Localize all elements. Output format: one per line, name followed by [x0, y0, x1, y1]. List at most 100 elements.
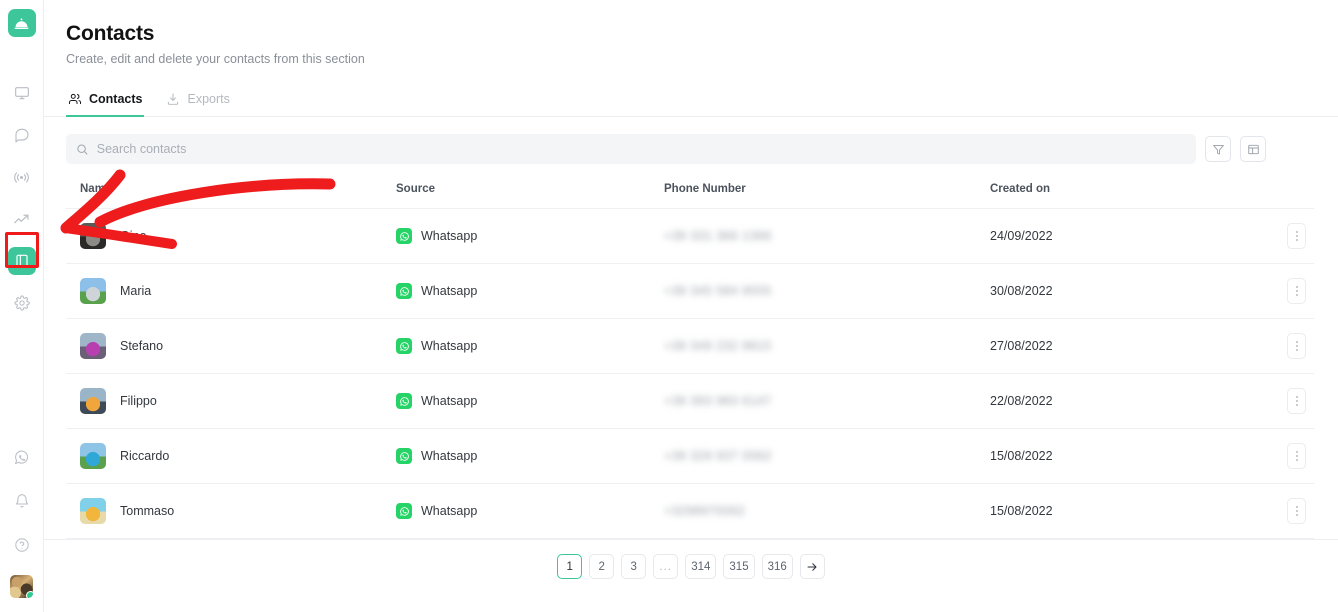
tab-exports-label: Exports [187, 92, 229, 106]
pagination-page-2[interactable]: 2 [589, 554, 614, 579]
contact-name: Stefano [120, 339, 163, 353]
sidebar-item-broadcast[interactable] [8, 163, 36, 191]
sidebar-item-settings[interactable] [8, 289, 36, 317]
avatar [80, 443, 106, 469]
table-body: GinoWhatsapp+39 331 366 136624/09/2022Ma… [66, 209, 1314, 539]
whatsapp-icon [396, 448, 412, 464]
table-row[interactable]: Gino Whatsapp+39 331 366 1366 24/09/2022 [66, 209, 1314, 264]
avatar [80, 278, 106, 304]
search-input[interactable] [97, 142, 1186, 156]
table-row[interactable]: MariaWhatsapp+39 345 584 955530/08/2022 [66, 264, 1314, 319]
table-columns-icon [1247, 143, 1260, 156]
sidebar-item-help[interactable] [8, 531, 36, 559]
cell-created-on: 15/08/2022 [990, 484, 1240, 539]
pagination-page-316[interactable]: 316 [762, 554, 793, 579]
phone-number: +39 329 937 0062 [664, 449, 772, 463]
cell-source: Whatsapp [396, 209, 664, 264]
sidebar-nav-bottom [8, 443, 36, 598]
cell-created-on: 27/08/2022 [990, 319, 1240, 374]
kebab-menu-icon[interactable] [1287, 443, 1306, 469]
cell-name: Stefano [66, 319, 396, 374]
sidebar-item-chat[interactable] [8, 121, 36, 149]
filter-button[interactable] [1205, 136, 1231, 162]
table-row[interactable]: TommasoWhatsapp+329897006215/08/2022 [66, 484, 1314, 539]
cell-actions [1240, 429, 1314, 484]
pagination-page-1[interactable]: 1 [557, 554, 582, 579]
kebab-menu-icon[interactable] [1287, 223, 1306, 249]
cell-source: Whatsapp [396, 374, 664, 429]
created-on-date: 24/09/2022 [990, 229, 1053, 243]
table-row[interactable]: RiccardoWhatsapp+39 329 937 006215/08/20… [66, 429, 1314, 484]
column-header-name[interactable]: Name [66, 177, 396, 209]
tab-bar: Contacts Exports [44, 88, 1338, 117]
sidebar-user-avatar[interactable] [10, 575, 33, 598]
tab-exports[interactable]: Exports [164, 88, 231, 117]
pagination-page-315[interactable]: 315 [723, 554, 754, 579]
broadcast-icon [13, 169, 30, 186]
whatsapp-icon [396, 338, 412, 354]
sidebar-item-notifications[interactable] [8, 487, 36, 515]
cell-created-on: 22/08/2022 [990, 374, 1240, 429]
app-logo[interactable] [8, 9, 36, 37]
bell-icon [14, 493, 30, 509]
columns-button[interactable] [1240, 136, 1266, 162]
table-row[interactable]: Filippo Whatsapp +39 393 983 6147 22/08/202… [66, 374, 1314, 429]
contacts-table-wrapper: Name Source Phone Number Created on Gino… [44, 177, 1338, 539]
kebab-menu-icon[interactable] [1287, 388, 1306, 414]
source-label: Whatsapp [421, 284, 477, 298]
kebab-menu-icon[interactable] [1287, 333, 1306, 359]
tab-contacts[interactable]: Contacts [66, 88, 144, 117]
contacts-table: Name Source Phone Number Created on Gino… [66, 177, 1314, 539]
cell-actions [1240, 374, 1314, 429]
column-header-source[interactable]: Source [396, 177, 664, 209]
created-on-date: 15/08/2022 [990, 449, 1053, 463]
cell-name: Maria [66, 264, 396, 319]
kebab-menu-icon[interactable] [1287, 498, 1306, 524]
phone-number: +39 393 983 6147 [664, 394, 772, 408]
monitor-icon [14, 85, 30, 101]
pagination-page-3[interactable]: 3 [621, 554, 646, 579]
cell-created-on: 30/08/2022 [990, 264, 1240, 319]
phone-number: +39 331 366 1366 [664, 229, 772, 243]
cell-created-on: 15/08/2022 [990, 429, 1240, 484]
funnel-icon [1212, 143, 1225, 156]
cell-phone: +39 331 366 1366 [664, 209, 990, 264]
trending-up-icon [13, 211, 30, 228]
avatar [80, 388, 106, 414]
contact-name: Filippo [120, 394, 157, 408]
column-header-phone[interactable]: Phone Number [664, 177, 990, 209]
cell-phone: +3298970062 [664, 484, 990, 539]
source-label: Whatsapp [421, 394, 477, 408]
sidebar-item-contacts[interactable] [8, 247, 36, 275]
sidebar-item-whatsapp[interactable] [8, 443, 36, 471]
table-row[interactable]: Stefano Whatsapp+39 349 232 981527/08/202… [66, 319, 1314, 374]
cell-source: Whatsapp [396, 429, 664, 484]
download-icon [166, 92, 180, 106]
created-on-date: 15/08/2022 [990, 504, 1053, 518]
pagination-next-button[interactable] [800, 554, 825, 579]
cell-phone: +39 393 983 6147 [664, 374, 990, 429]
cell-source: Whatsapp [396, 319, 664, 374]
whatsapp-icon [13, 449, 30, 466]
pagination-page-314[interactable]: 314 [685, 554, 716, 579]
sidebar-item-analytics[interactable] [8, 205, 36, 233]
avatar [80, 223, 106, 249]
sidebar-nav-top [8, 79, 36, 317]
chat-bubble-icon [14, 127, 30, 143]
contact-name: Gino [120, 229, 146, 243]
cell-phone: +39 349 232 9815 [664, 319, 990, 374]
cell-name: Gino [66, 209, 396, 264]
table-toolbar [44, 117, 1338, 164]
cell-source: Whatsapp [396, 484, 664, 539]
cell-phone: +39 329 937 0062 [664, 429, 990, 484]
cell-actions [1240, 319, 1314, 374]
column-header-created-on[interactable]: Created on [990, 177, 1240, 209]
sidebar-item-dashboard[interactable] [8, 79, 36, 107]
source-label: Whatsapp [421, 449, 477, 463]
kebab-menu-icon[interactable] [1287, 278, 1306, 304]
page-title: Contacts [66, 22, 1314, 46]
created-on-date: 30/08/2022 [990, 284, 1053, 298]
search-box[interactable] [66, 134, 1196, 164]
sidebar [0, 0, 44, 612]
main-content: Contacts Create, edit and delete your co… [44, 0, 1338, 612]
